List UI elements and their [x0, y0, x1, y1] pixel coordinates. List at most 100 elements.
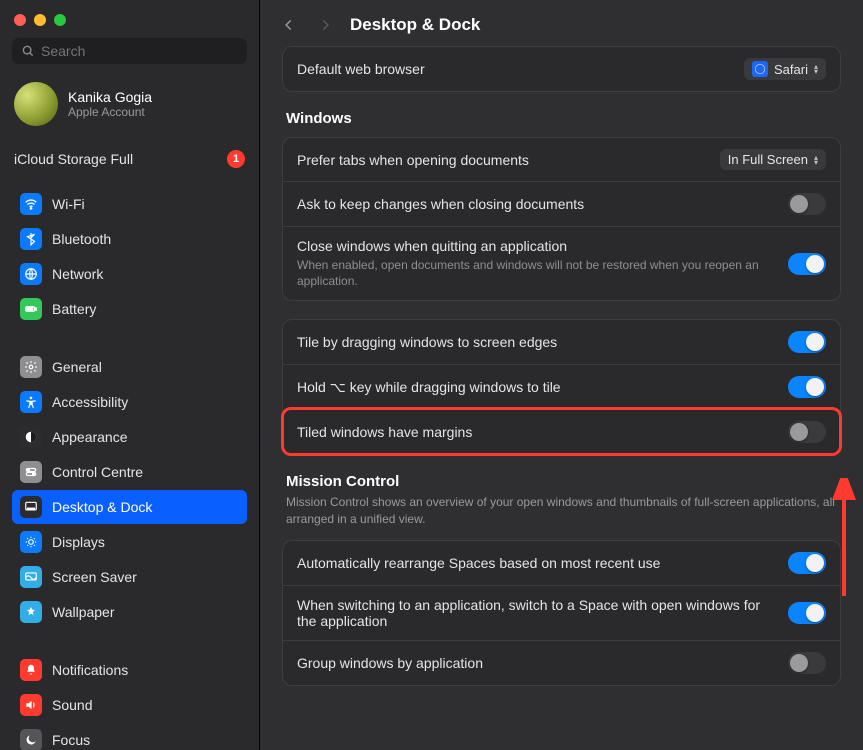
icloud-storage-row[interactable]: iCloud Storage Full 1 — [0, 142, 259, 182]
sidebar-item-appearance[interactable]: Appearance — [12, 420, 247, 454]
sidebar-item-label: Bluetooth — [52, 231, 111, 247]
accessibility-icon — [20, 391, 42, 413]
sidebar-item-accessibility[interactable]: Accessibility — [12, 385, 247, 419]
switch-space-toggle[interactable] — [788, 602, 826, 624]
windows-group-2: Tile by dragging windows to screen edges… — [282, 319, 841, 455]
sidebar-item-sound[interactable]: Sound — [12, 688, 247, 722]
nav-forward-button[interactable] — [314, 14, 336, 36]
main-pane: Desktop & Dock Default web browser Safar… — [260, 0, 863, 750]
sidebar-item-label: Wi-Fi — [52, 196, 85, 212]
ask-keep-changes-label: Ask to keep changes when closing documen… — [297, 196, 584, 212]
sidebar: Kanika Gogia Apple Account iCloud Storag… — [0, 0, 260, 750]
tile-edges-toggle[interactable] — [788, 331, 826, 353]
tiled-margins-row: Tiled windows have margins — [283, 409, 840, 454]
hold-option-tile-toggle[interactable] — [788, 376, 826, 398]
mission-control-title: Mission Control — [286, 473, 837, 490]
mission-control-sub: Mission Control shows an overview of you… — [286, 494, 837, 528]
minimize-window-button[interactable] — [34, 14, 46, 26]
sidebar-item-screen-saver[interactable]: Screen Saver — [12, 560, 247, 594]
content-scroll[interactable]: Default web browser Safari ▴▾ Windows Pr… — [260, 46, 863, 724]
avatar — [14, 82, 58, 126]
auto-rearrange-row: Automatically rearrange Spaces based on … — [283, 541, 840, 585]
tile-edges-label: Tile by dragging windows to screen edges — [297, 334, 557, 350]
close-windows-quit-sub: When enabled, open documents and windows… — [297, 257, 774, 289]
ask-keep-changes-toggle[interactable] — [788, 193, 826, 215]
tiled-margins-label: Tiled windows have margins — [297, 424, 472, 440]
bell-icon — [20, 659, 42, 681]
prefer-tabs-select[interactable]: In Full Screen ▴▾ — [720, 149, 826, 170]
auto-rearrange-toggle[interactable] — [788, 552, 826, 574]
wallpaper-icon — [20, 601, 42, 623]
sidebar-item-general[interactable]: General — [12, 350, 247, 384]
sidebar-item-focus[interactable]: Focus — [12, 723, 247, 750]
sidebar-item-label: Sound — [52, 697, 92, 713]
close-window-button[interactable] — [14, 14, 26, 26]
switch-space-label: When switching to an application, switch… — [297, 597, 774, 629]
close-windows-quit-label: Close windows when quitting an applicati… — [297, 238, 774, 254]
close-windows-quit-toggle[interactable] — [788, 253, 826, 275]
window-controls — [0, 10, 259, 38]
group-windows-label: Group windows by application — [297, 655, 483, 671]
sidebar-item-label: Displays — [52, 534, 105, 550]
sidebar-item-label: Screen Saver — [52, 569, 137, 585]
network-icon — [20, 263, 42, 285]
sidebar-item-battery[interactable]: Battery — [12, 292, 247, 326]
auto-rearrange-label: Automatically rearrange Spaces based on … — [297, 555, 660, 571]
group-windows-toggle[interactable] — [788, 652, 826, 674]
default-browser-row: Default web browser Safari ▴▾ — [283, 47, 840, 91]
default-browser-label: Default web browser — [297, 61, 425, 77]
sidebar-item-notifications[interactable]: Notifications — [12, 653, 247, 687]
battery-icon — [20, 298, 42, 320]
account-subtitle: Apple Account — [68, 105, 152, 119]
sidebar-item-label: Network — [52, 266, 103, 282]
sidebar-item-label: Focus — [52, 732, 90, 748]
apple-account-row[interactable]: Kanika Gogia Apple Account — [0, 78, 259, 142]
account-name: Kanika Gogia — [68, 89, 152, 105]
chevron-updown-icon: ▴▾ — [814, 155, 818, 165]
sidebar-item-label: Wallpaper — [52, 604, 115, 620]
gear-icon — [20, 356, 42, 378]
tiled-margins-toggle[interactable] — [788, 421, 826, 443]
default-browser-group: Default web browser Safari ▴▾ — [282, 46, 841, 92]
prefer-tabs-label: Prefer tabs when opening documents — [297, 152, 529, 168]
sidebar-item-wallpaper[interactable]: Wallpaper — [12, 595, 247, 629]
sidebar-item-displays[interactable]: Displays — [12, 525, 247, 559]
wifi-icon — [20, 193, 42, 215]
appearance-icon — [20, 426, 42, 448]
sidebar-item-desktop-dock[interactable]: Desktop & Dock — [12, 490, 247, 524]
tile-edges-row: Tile by dragging windows to screen edges — [283, 320, 840, 364]
nav-back-button[interactable] — [278, 14, 300, 36]
displays-icon — [20, 531, 42, 553]
sidebar-item-label: Accessibility — [52, 394, 128, 410]
chevron-updown-icon: ▴▾ — [814, 64, 818, 74]
search-input[interactable] — [41, 43, 238, 59]
zoom-window-button[interactable] — [54, 14, 66, 26]
moon-icon — [20, 729, 42, 750]
icloud-storage-label: iCloud Storage Full — [14, 151, 133, 167]
prefer-tabs-row: Prefer tabs when opening documents In Fu… — [283, 138, 840, 181]
desktop-dock-icon — [20, 496, 42, 518]
sidebar-item-bluetooth[interactable]: Bluetooth — [12, 222, 247, 256]
sidebar-item-label: Control Centre — [52, 464, 143, 480]
speaker-icon — [20, 694, 42, 716]
sidebar-section: Notifications Sound Focus — [0, 648, 259, 750]
group-windows-row: Group windows by application — [283, 640, 840, 685]
sidebar-section: Wi-Fi Bluetooth Network Battery — [0, 182, 259, 331]
hold-option-tile-label: Hold ⌥ key while dragging windows to til… — [297, 379, 561, 396]
hold-option-tile-row: Hold ⌥ key while dragging windows to til… — [283, 364, 840, 409]
prefer-tabs-value: In Full Screen — [728, 152, 808, 167]
sidebar-item-label: Desktop & Dock — [52, 499, 152, 515]
sidebar-item-control-centre[interactable]: Control Centre — [12, 455, 247, 489]
sidebar-item-label: Notifications — [52, 662, 128, 678]
control-centre-icon — [20, 461, 42, 483]
main-header: Desktop & Dock — [260, 0, 863, 46]
screen-saver-icon — [20, 566, 42, 588]
search-field[interactable] — [12, 38, 247, 64]
close-windows-quit-row: Close windows when quitting an applicati… — [283, 226, 840, 300]
sidebar-item-wifi[interactable]: Wi-Fi — [12, 187, 247, 221]
notification-badge: 1 — [227, 150, 245, 168]
switch-space-row: When switching to an application, switch… — [283, 585, 840, 640]
safari-icon — [752, 61, 768, 77]
default-browser-select[interactable]: Safari ▴▾ — [744, 58, 826, 80]
sidebar-item-network[interactable]: Network — [12, 257, 247, 291]
